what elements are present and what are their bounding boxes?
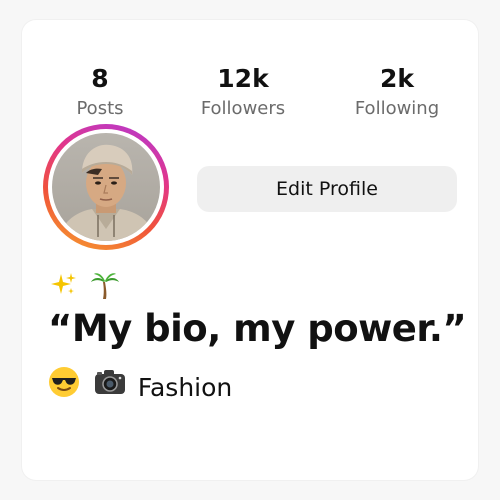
edit-profile-button[interactable]: Edit Profile (197, 166, 457, 212)
bio-tag-text: Fashion (137, 372, 233, 402)
posts-count: 8 (91, 64, 109, 93)
camera-icon (94, 368, 126, 407)
followers-label: Followers (200, 98, 286, 119)
followers-count: 12k (217, 64, 269, 93)
stat-posts[interactable]: 8 Posts (70, 64, 130, 121)
sunglasses-face-icon (48, 366, 80, 409)
bio-tag-line: Fashion (48, 366, 232, 409)
following-label: Following (354, 98, 440, 119)
stat-following[interactable]: 2k Following (342, 64, 452, 121)
bio-text: “My bio, my power.” (48, 307, 467, 350)
profile-card: 8 Posts 12k Followers 2k Following Edit … (22, 20, 478, 480)
sparkles-icon (50, 271, 78, 308)
avatar-story-ring[interactable] (43, 124, 169, 250)
avatar (52, 133, 160, 241)
avatar-photo (52, 133, 160, 241)
posts-label: Posts (76, 98, 124, 119)
avatar-ring-gap (48, 129, 164, 245)
following-count: 2k (379, 64, 415, 93)
profile-stats: 8 Posts 12k Followers 2k Following (22, 64, 478, 134)
stat-followers[interactable]: 12k Followers (193, 64, 293, 121)
